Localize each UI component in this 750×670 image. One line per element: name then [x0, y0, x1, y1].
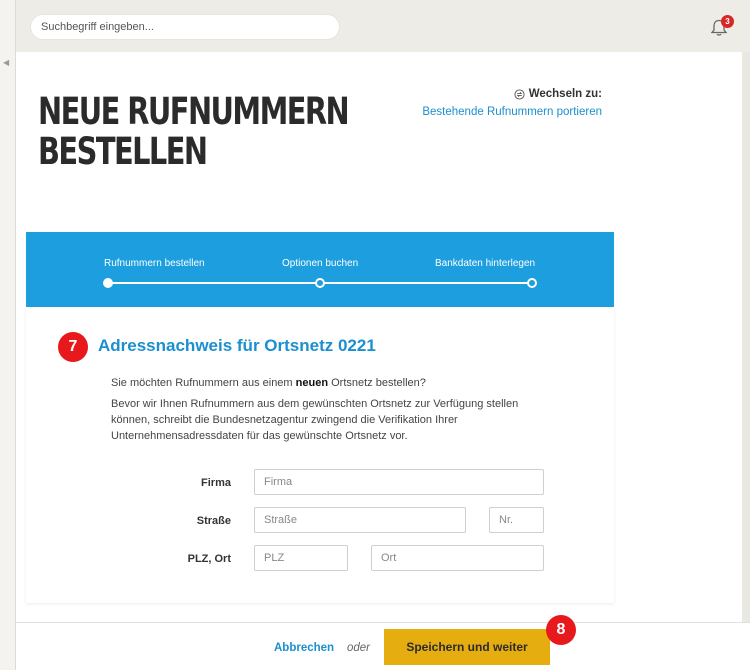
switch-label: Wechseln zu:: [422, 88, 602, 100]
step-label-bankdaten: Bankdaten hinterlegen: [435, 258, 536, 269]
left-rail: ◀: [0, 0, 16, 670]
step-dot-1: [103, 278, 113, 288]
page-title: NEUE RUFNUMMERN BESTELLEN: [38, 90, 350, 173]
cancel-link[interactable]: Abbrechen: [274, 642, 334, 654]
step-badge-8: 8: [546, 615, 576, 645]
intro-text: Sie möchten Rufnummern aus einem neuen O…: [111, 377, 426, 389]
step-dot-3: [527, 278, 537, 288]
ort-input[interactable]: [371, 545, 544, 571]
footer-bar: Abbrechen oder Speichern und weiter 8: [16, 615, 750, 670]
intro-text-before: Sie möchten Rufnummern aus einem: [111, 377, 296, 389]
step-label-rufnummern: Rufnummern bestellen: [104, 258, 205, 269]
collapse-arrow-icon[interactable]: ◀: [3, 58, 9, 67]
step-badge-7: 7: [58, 332, 88, 362]
step-dot-2: [315, 278, 325, 288]
section-title: Adressnachweis für Ortsnetz 0221: [98, 336, 376, 355]
main-content: NEUE RUFNUMMERN BESTELLEN Wechseln zu: B…: [16, 52, 742, 622]
right-gutter: [742, 52, 750, 622]
plz-input[interactable]: [254, 545, 348, 571]
switch-label-text: Wechseln zu:: [528, 88, 602, 100]
or-text: oder: [347, 642, 371, 654]
plz-ort-label: PLZ, Ort: [187, 553, 231, 565]
notification-badge: 3: [721, 15, 734, 28]
save-and-continue-button[interactable]: Speichern und weiter: [384, 629, 550, 665]
top-bar: [16, 0, 750, 52]
switch-box: Wechseln zu: Bestehende Rufnummern porti…: [422, 88, 602, 118]
strasse-label: Straße: [196, 515, 231, 527]
search-input[interactable]: [30, 14, 340, 40]
port-numbers-link[interactable]: Bestehende Rufnummern portieren: [422, 106, 602, 118]
intro-text-after: Ortsnetz bestellen?: [328, 377, 426, 389]
swap-icon: [514, 88, 525, 100]
house-number-input[interactable]: [489, 507, 544, 533]
step-label-optionen: Optionen buchen: [282, 258, 359, 269]
progress-stepper: Rufnummern bestellen Optionen buchen Ban…: [26, 232, 614, 307]
firma-input[interactable]: [254, 469, 544, 495]
firma-label: Firma: [201, 477, 231, 489]
address-card: 7 Adressnachweis für Ortsnetz 0221 Sie m…: [26, 307, 614, 603]
description-text: Bevor wir Ihnen Rufnummern aus dem gewün…: [111, 398, 519, 442]
intro-text-bold: neuen: [295, 377, 329, 389]
strasse-input[interactable]: [254, 507, 466, 533]
